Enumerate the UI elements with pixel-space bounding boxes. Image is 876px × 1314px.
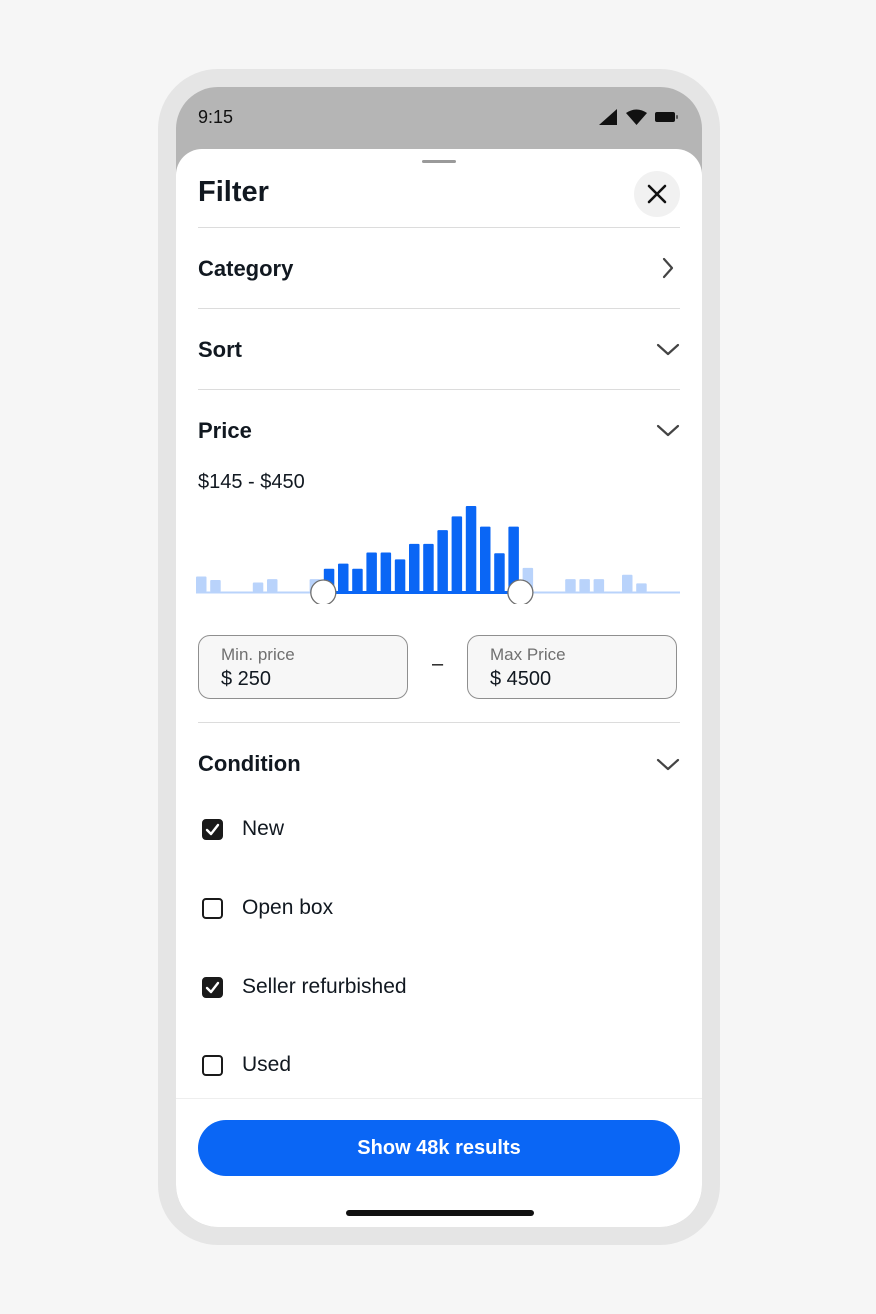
filter-sheet: Filter Category Sort Price $145 - $450 M… (176, 149, 702, 1227)
category-label: Category (198, 256, 294, 281)
min-price-field[interactable]: Min. price $ 250 (198, 635, 408, 699)
battery-icon (655, 112, 678, 122)
phone-frame: 9:15 Filter Category Sort Price $145 - $… (158, 69, 720, 1245)
condition-option-open-box[interactable]: Open box (202, 888, 333, 928)
chevron-down-icon (656, 758, 680, 771)
screen: 9:15 Filter Category Sort Price $145 - $… (176, 87, 702, 1227)
condition-option-label: Open box (242, 896, 334, 919)
histogram-bar (480, 526, 491, 592)
chevron-right-icon (662, 257, 674, 279)
histogram-bar (494, 553, 505, 592)
price-row[interactable] (198, 390, 680, 470)
histogram-bar (579, 579, 590, 592)
status-bar: 9:15 (176, 87, 702, 149)
condition-option-seller-refurbished[interactable]: Seller refurbished (202, 967, 407, 1007)
histogram-bar (622, 574, 633, 592)
histogram-bar (451, 516, 463, 592)
condition-option-new[interactable]: New (202, 809, 284, 849)
close-icon (647, 184, 667, 204)
cellular-signal-icon (599, 109, 617, 125)
condition-option-label: Seller refurbished (242, 975, 407, 998)
histogram-bar (565, 579, 576, 592)
checkmark-icon (205, 823, 220, 835)
status-icons (598, 109, 680, 125)
histogram-bar (593, 579, 605, 592)
histogram-bar (196, 576, 207, 592)
histogram-bar (380, 552, 392, 592)
chevron-down-icon (656, 424, 680, 437)
price-label: Price (198, 418, 252, 443)
close-button[interactable] (634, 171, 680, 217)
histogram-bar (437, 530, 448, 592)
checkmark-icon (205, 981, 220, 993)
condition-option-label: New (242, 817, 285, 840)
slider-max-handle[interactable] (507, 579, 534, 604)
show-results-button[interactable]: Show 48k results (198, 1120, 680, 1176)
wifi-icon (626, 109, 647, 125)
histogram-bar (267, 579, 278, 592)
sort-row[interactable] (198, 309, 680, 389)
histogram-bar (338, 563, 349, 592)
checkbox[interactable] (202, 1054, 223, 1076)
price-separator: – (432, 653, 444, 675)
home-indicator[interactable] (346, 1210, 534, 1216)
slider-min-handle[interactable] (310, 579, 337, 604)
histogram-bar (636, 583, 647, 592)
footer-divider (176, 1098, 702, 1099)
histogram-bar (210, 579, 221, 592)
checkbox[interactable] (202, 897, 223, 919)
histogram-bar (394, 559, 406, 592)
max-price-value: $ 4500 (490, 668, 552, 690)
checkbox[interactable] (202, 818, 223, 840)
histogram-bar (366, 552, 377, 592)
condition-option-label: Used (242, 1053, 292, 1076)
sheet-title: Filter (198, 176, 269, 208)
condition-option-used[interactable]: Used (202, 1045, 291, 1085)
histogram-bar (423, 543, 434, 592)
min-price-label: Min. price (221, 645, 295, 664)
histogram-bar (252, 582, 264, 592)
min-price-value: $ 250 (221, 668, 272, 690)
condition-label: Condition (198, 751, 301, 776)
price-histogram (196, 506, 680, 604)
price-range-text: $145 - $450 (198, 471, 305, 493)
histogram-bar (465, 506, 477, 592)
status-time: 9:15 (198, 107, 234, 127)
histogram-bar (352, 568, 363, 592)
sort-label: Sort (198, 337, 242, 362)
checkbox[interactable] (202, 976, 223, 998)
max-price-field[interactable]: Max Price $ 4500 (467, 635, 677, 699)
sheet-grabber[interactable] (422, 160, 456, 163)
chevron-down-icon (656, 343, 680, 356)
histogram-bar (409, 543, 420, 592)
max-price-label: Max Price (490, 645, 566, 664)
